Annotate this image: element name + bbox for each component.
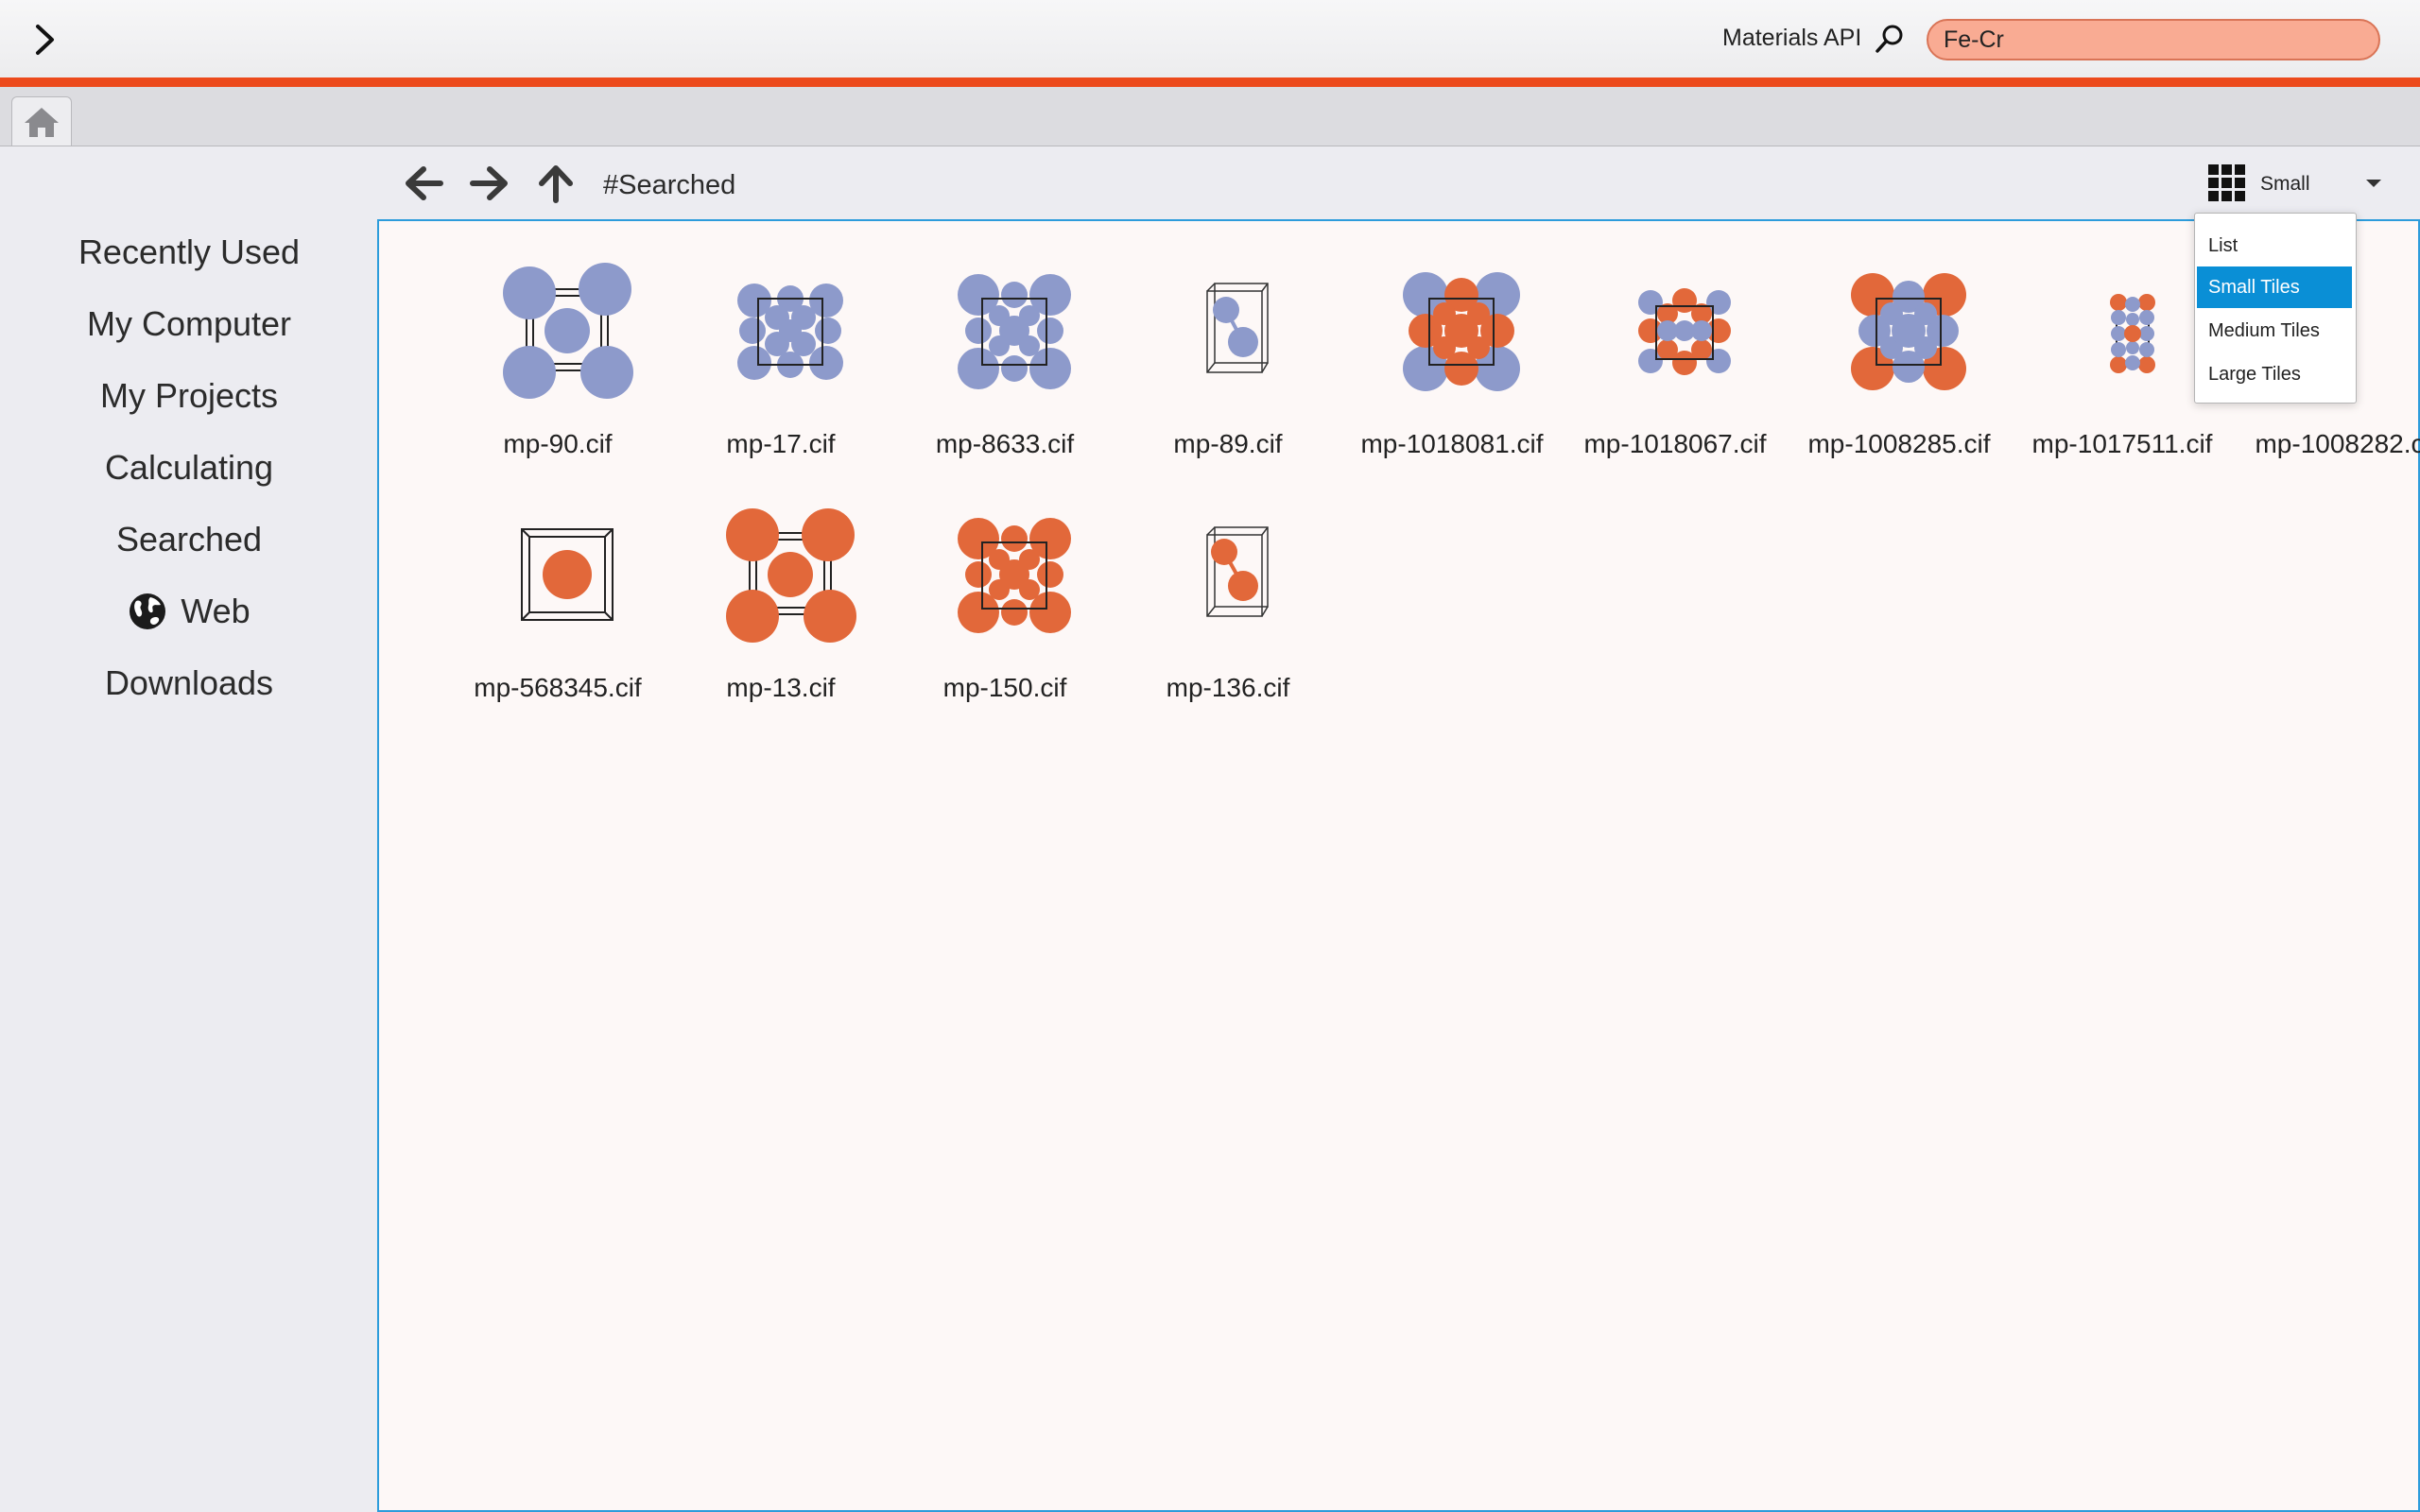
sidebar-item-label: Downloads — [104, 663, 274, 702]
sidebar-item-label: Calculating — [104, 448, 274, 487]
magnifier-icon[interactable] — [1874, 23, 1906, 55]
file-name: mp-1018081.cif — [1360, 429, 1544, 458]
file-tile[interactable]: mp-1018081.cif — [1348, 255, 1556, 472]
file-tile[interactable]: mp-1018067.cif — [1571, 255, 1779, 472]
arrow-up-icon — [539, 165, 573, 203]
file-name: mp-90.cif — [503, 429, 613, 458]
option-medium-tiles[interactable]: Medium Tiles — [2197, 310, 2352, 352]
file-name: mp-17.cif — [726, 429, 836, 458]
sidebar-item-label: Web — [181, 592, 251, 630]
view-size-dropdown: List Small Tiles Medium Tiles Large Tile… — [2194, 213, 2357, 404]
sidebar-item-calculating[interactable]: Calculating — [0, 444, 378, 491]
option-list[interactable]: List — [2197, 225, 2352, 266]
file-name: mp-89.cif — [1173, 429, 1283, 458]
crystal-thumbnail — [2110, 294, 2155, 373]
sidebar-item-label: Searched — [115, 520, 263, 558]
top-bar: Materials API — [0, 0, 2420, 87]
view-size-select[interactable]: Small — [2260, 173, 2310, 196]
crystal-thumbnail — [737, 284, 843, 380]
option-small-tiles[interactable]: Small Tiles — [2197, 266, 2352, 308]
file-browser-panel: mp-90.cif mp-17.cif mp-8633.cif mp-89.ci… — [377, 219, 2420, 1512]
file-tile[interactable]: mp-13.cif — [677, 499, 885, 716]
sidebar-item-my-computer[interactable]: My Computer — [0, 301, 378, 348]
accent-divider — [0, 77, 2420, 87]
file-tile[interactable]: mp-150.cif — [901, 499, 1109, 716]
home-icon — [25, 107, 59, 137]
file-name: mp-13.cif — [726, 673, 836, 702]
sidebar-item-recently-used[interactable]: Recently Used — [0, 229, 378, 276]
sidebar: Recently Used My Computer My Projects Ca… — [0, 146, 378, 1512]
search-input[interactable] — [1927, 19, 2380, 60]
chevron-down-icon[interactable] — [2363, 176, 2384, 191]
crystal-thumbnail — [1206, 283, 1269, 373]
file-tile[interactable]: mp-8633.cif — [901, 255, 1109, 472]
up-button[interactable] — [533, 161, 579, 206]
crystal-thumbnail — [1851, 273, 1966, 390]
option-large-tiles[interactable]: Large Tiles — [2197, 353, 2352, 395]
file-name: mp-150.cif — [942, 673, 1067, 702]
back-button[interactable] — [401, 161, 446, 206]
sidebar-item-label: My Computer — [86, 304, 292, 343]
chevron-right-icon[interactable] — [23, 19, 68, 60]
file-name: mp-568345.cif — [474, 673, 642, 702]
file-name: mp-8633.cif — [935, 429, 1075, 458]
crystal-thumbnail — [726, 508, 856, 643]
file-name: mp-1017511.cif — [2031, 429, 2213, 458]
sidebar-item-downloads[interactable]: Downloads — [0, 660, 378, 707]
file-name: mp-1008285.cif — [1807, 429, 1991, 458]
file-name: mp-1008282.cif — [2255, 429, 2420, 458]
home-tab[interactable] — [11, 96, 72, 146]
crystal-thumbnail — [1638, 288, 1731, 375]
crystal-thumbnail — [1403, 272, 1520, 391]
crystal-thumbnail — [503, 263, 633, 399]
crystal-thumbnail — [958, 518, 1071, 633]
sidebar-item-label: My Projects — [99, 376, 279, 415]
file-tile[interactable]: mp-568345.cif — [454, 499, 662, 716]
grid-view-icon[interactable] — [2208, 164, 2246, 202]
file-tile[interactable]: mp-89.cif — [1124, 255, 1332, 472]
sidebar-item-label: Recently Used — [78, 232, 301, 271]
current-path: #Searched — [603, 170, 736, 200]
file-tile[interactable]: mp-17.cif — [677, 255, 885, 472]
file-tile[interactable]: mp-90.cif — [454, 255, 662, 472]
file-name: mp-136.cif — [1166, 673, 1290, 702]
arrow-right-icon — [470, 166, 508, 200]
arrow-left-icon — [406, 166, 443, 200]
api-label: Materials API — [1722, 25, 1862, 51]
file-name: mp-1018067.cif — [1583, 429, 1767, 458]
sidebar-item-searched[interactable]: Searched — [0, 516, 378, 563]
crystal-thumbnail — [1206, 526, 1269, 617]
forward-button[interactable] — [467, 161, 512, 206]
globe-icon — [130, 593, 166, 629]
crystal-thumbnail — [521, 528, 614, 621]
file-tile[interactable]: mp-136.cif — [1124, 499, 1332, 716]
sidebar-item-web[interactable]: Web — [0, 588, 378, 635]
tab-strip — [0, 87, 2420, 146]
file-tile[interactable]: mp-1008285.cif — [1795, 255, 2003, 472]
crystal-thumbnail — [958, 274, 1071, 389]
sidebar-item-my-projects[interactable]: My Projects — [0, 372, 378, 420]
